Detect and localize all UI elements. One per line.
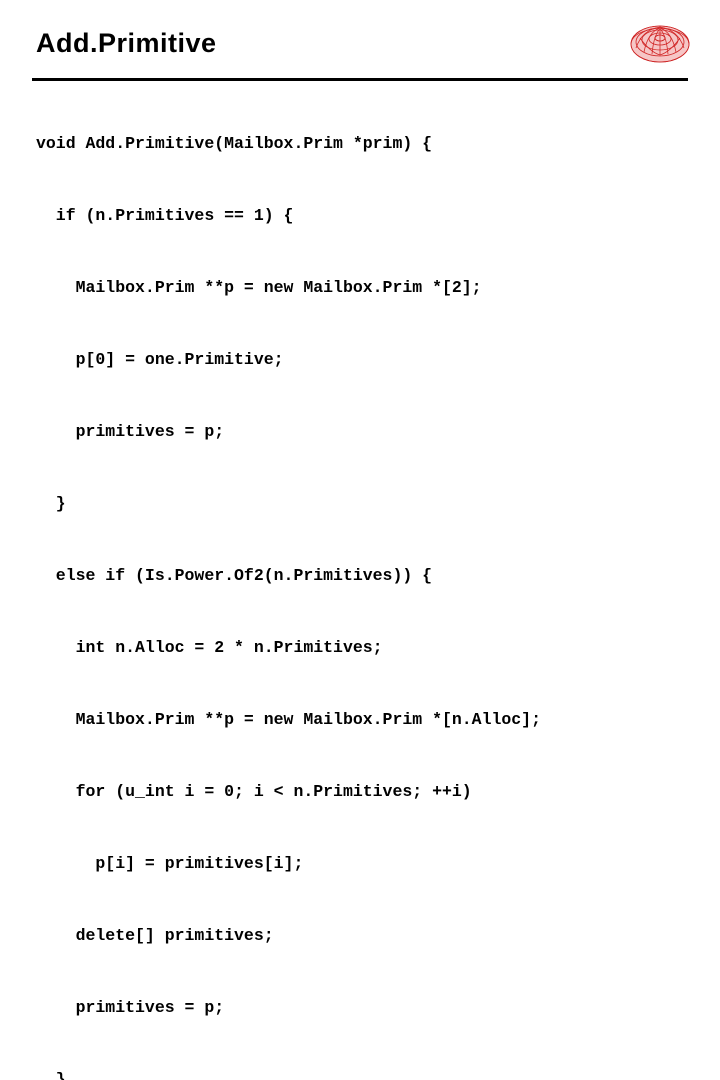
- slide: Add.Primitive void Add.Primitive(Mailbox…: [0, 0, 720, 1080]
- red-torus-wireframe-logo: [628, 18, 692, 70]
- code-line: }: [36, 1070, 66, 1080]
- code-line: delete[] primitives;: [36, 926, 274, 945]
- code-line: int n.Alloc = 2 * n.Primitives;: [36, 638, 383, 657]
- code-line: Mailbox.Prim **p = new Mailbox.Prim *[n.…: [36, 710, 541, 729]
- code-line: Mailbox.Prim **p = new Mailbox.Prim *[2]…: [36, 278, 482, 297]
- code-line: if (n.Primitives == 1) {: [36, 206, 294, 225]
- code-block: void Add.Primitive(Mailbox.Prim *prim) {…: [36, 84, 696, 1080]
- code-line: for (u_int i = 0; i < n.Primitives; ++i): [36, 782, 472, 801]
- title-divider: [32, 78, 688, 81]
- code-line: p[0] = one.Primitive;: [36, 350, 284, 369]
- code-line: primitives = p;: [36, 998, 225, 1017]
- code-line: void Add.Primitive(Mailbox.Prim *prim) {: [36, 134, 433, 153]
- page-title: Add.Primitive: [36, 28, 217, 58]
- code-line: }: [36, 494, 66, 513]
- code-line: primitives = p;: [36, 422, 225, 441]
- code-line: else if (Is.Power.Of2(n.Primitives)) {: [36, 566, 433, 585]
- code-line: p[i] = primitives[i];: [36, 854, 304, 873]
